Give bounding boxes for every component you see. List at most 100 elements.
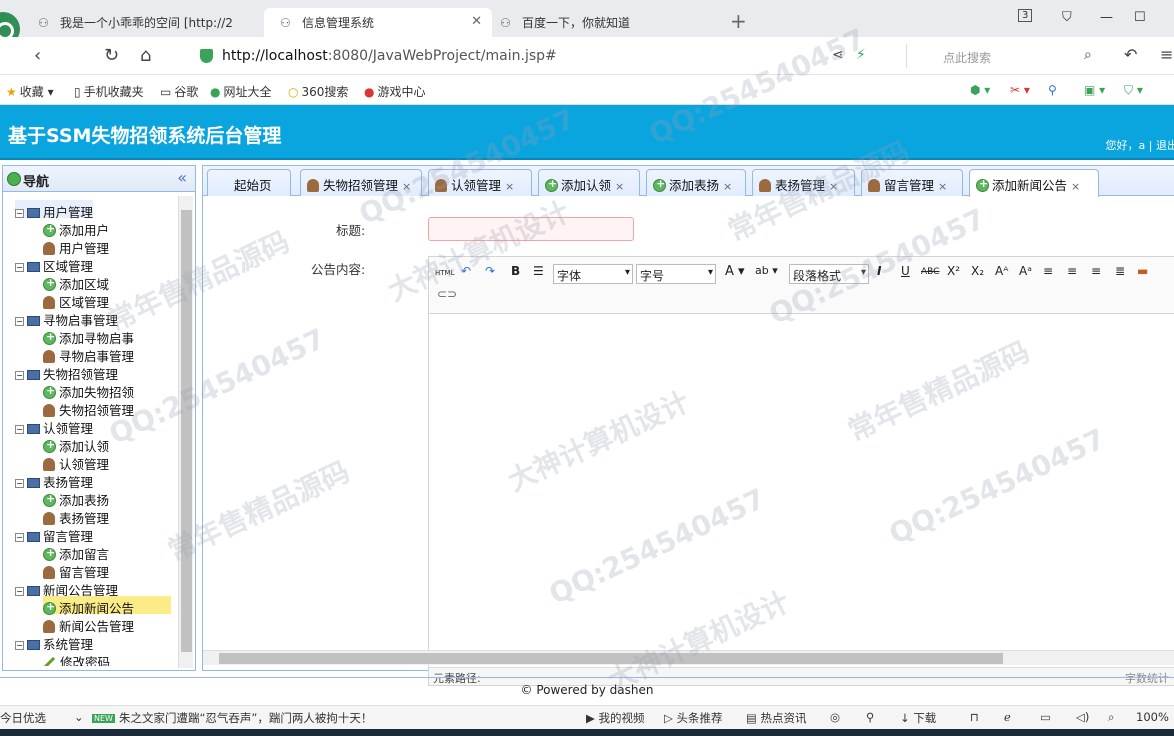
align-justify-icon[interactable]: ≣ [1115,264,1125,278]
highlight-icon[interactable]: ab ▾ [755,264,778,277]
undo-icon[interactable]: ↶ [1124,45,1137,64]
download-item[interactable]: ↓ 下载 [900,710,936,726]
bookmark-mobile[interactable]: ▯ 手机收藏夹 [74,83,144,100]
pin-icon[interactable]: ⚲ [866,710,874,724]
font-size-up-icon[interactable]: Aᴬ [995,264,1008,278]
browser-tab-3[interactable]: ⚇ 百度一下，你就知道 [484,8,720,37]
clear-format-icon[interactable]: ☰ [533,264,544,278]
collapse-toggle-icon[interactable]: − [15,317,24,326]
tab-close-icon[interactable]: × [938,180,947,193]
nav-item[interactable]: 表扬管理 [43,506,109,526]
bookmark-favorites[interactable]: ★ 收藏 ▾ [6,83,54,100]
nav-item[interactable]: 添加新闻公告 [43,596,171,616]
nav-group[interactable]: − 表扬管理 [15,470,93,490]
nav-group[interactable]: − 失物招领管理 [15,362,118,382]
headline-item[interactable]: ▷ 头条推荐 [664,710,723,726]
collapse-toggle-icon[interactable]: − [15,479,24,488]
zoom-level[interactable]: 100% [1136,710,1169,724]
nav-item[interactable]: 留言管理 [43,560,109,580]
tab-2[interactable]: 认领管理 × [428,169,532,196]
size-select[interactable]: 字号 [636,264,716,284]
refresh-icon[interactable]: ↻ [104,45,119,66]
menu-icon[interactable]: ≡ [1160,45,1173,64]
screen-icon[interactable]: ▭ [1040,710,1051,724]
bookmark-games[interactable]: ● 游戏中心 [364,83,426,100]
font-size-down-icon[interactable]: Aᵃ [1019,264,1032,278]
paragraph-select[interactable]: 段落格式 [789,264,869,284]
back-icon[interactable]: ‹ [34,45,41,66]
italic-icon[interactable]: I [877,264,881,278]
content-hscrollbar[interactable] [203,650,1174,665]
collapse-toggle-icon[interactable]: − [15,641,24,650]
maximize-icon[interactable]: ☐ [1134,10,1146,25]
nav-item[interactable]: 认领管理 [43,452,109,472]
nav-item[interactable]: 添加寻物启事 [43,326,134,346]
nav-item[interactable]: 添加表扬 [43,488,109,508]
tab-close-icon[interactable]: ✕ [471,14,482,29]
tab-count-badge[interactable]: 3 [1018,9,1033,22]
bookmark-sites[interactable]: ● 网址大全 [210,83,272,100]
collapse-toggle-icon[interactable]: − [15,425,24,434]
rich-text-editor[interactable]: HTML ↶ ↷ B ☰ 字体 字号 A ▾ ab ▾ 段落格式 I U ABC… [428,256,1174,686]
hot-news-item[interactable]: ▤ 热点资讯 [746,710,807,726]
volume-icon[interactable]: ◁) [1076,710,1089,724]
redo-icon[interactable]: ↷ [485,264,495,278]
share-icon[interactable]: ⋖ [832,47,844,63]
collapse-toggle-icon[interactable]: − [15,371,24,380]
welcome-text[interactable]: 您好，a | 退出 [1106,137,1174,153]
align-right-icon[interactable]: ≡ [1067,264,1077,278]
tab-4[interactable]: 添加表扬× [646,169,746,196]
font-select[interactable]: 字体 [553,264,633,284]
speed-icon[interactable]: ◎ [830,710,840,724]
align-center-icon[interactable]: ≡ [1091,264,1101,278]
subscript-icon[interactable]: X₂ [971,264,984,278]
superscript-icon[interactable]: X² [947,264,960,278]
news-ticker[interactable]: NEW 朱之文家门遭踹“忍气吞声”，踹门两人被拘十天！ [92,710,372,726]
tab-7[interactable]: 添加新闻公告× [969,169,1099,197]
search-icon[interactable]: ⌕ [1084,47,1092,63]
bold-icon[interactable]: B [511,264,520,278]
nav-group[interactable]: − 留言管理 [15,524,93,544]
minimize-icon[interactable]: — [1100,10,1113,25]
link-icon[interactable]: ⊂⊃ [437,287,457,301]
nav-item[interactable]: 添加失物招领 [43,380,134,400]
home-icon[interactable]: ⌂ [140,45,151,66]
nav-item[interactable]: 用户管理 [43,236,109,256]
scissors-icon[interactable]: ✂ ▾ [1010,83,1030,97]
magnifier-icon[interactable]: ⚲ [1048,83,1057,97]
lightning-icon[interactable]: ⚡ [856,47,866,63]
nav-scroll-thumb[interactable] [181,210,192,652]
nav-group[interactable]: − 新闻公告管理 [15,578,118,598]
today-picks[interactable]: 今日优选 [0,710,46,726]
shirt-icon[interactable]: ⛉ [1062,10,1072,25]
zoom-icon[interactable]: ⌕ [1108,710,1114,725]
tab-6[interactable]: 留言管理 × [861,169,963,196]
nav-item[interactable]: 添加留言 [43,542,109,562]
collapse-toggle-icon[interactable]: − [15,533,24,542]
strikethrough-icon[interactable]: ABC [921,267,939,277]
nav-group[interactable]: − 用户管理 [15,200,94,220]
browser-tab-2[interactable]: ⚇ 信息管理系统 ✕ [264,8,492,37]
collapse-icon[interactable]: « [177,168,187,187]
extension-icon[interactable]: ⬢ ▾ [970,83,990,97]
my-video-item[interactable]: ▶ 我的视频 [586,710,645,726]
bookmark-google[interactable]: ▭ 谷歌 [160,83,198,100]
nav-item[interactable]: 区域管理 [43,290,109,310]
collapse-toggle-icon[interactable]: − [15,209,24,218]
game-icon[interactable]: ▣ ▾ [1084,83,1105,97]
tab-close-icon[interactable]: × [402,180,411,193]
window-icon[interactable]: ⊓ [970,710,979,724]
nav-item[interactable]: 修改密码 [43,650,110,666]
font-color-icon[interactable]: A ▾ [725,264,745,279]
search-box[interactable]: 点此搜索 [906,44,1100,68]
nav-item[interactable]: 失物招领管理 [43,398,134,418]
align-left-icon[interactable]: ≡ [1043,264,1053,278]
nav-item[interactable]: 添加认领 [43,434,109,454]
content-scroll-thumb[interactable] [219,653,1003,664]
ie-icon[interactable]: ℯ [1004,710,1011,724]
title-input[interactable] [428,217,634,241]
dropdown-icon[interactable]: ⌄ [74,710,84,724]
new-tab-button[interactable]: + [730,9,747,33]
shield-ext-icon[interactable]: ⛉ ▾ [1124,83,1143,98]
tab-0[interactable]: 起始页 [207,169,291,196]
